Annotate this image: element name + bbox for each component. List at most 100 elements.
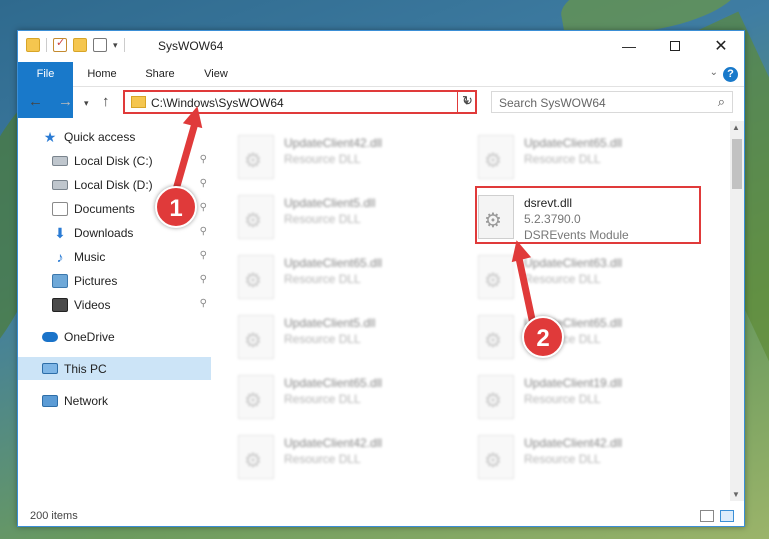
dll-file-icon — [238, 375, 274, 419]
music-icon: ♪ — [56, 248, 64, 265]
file-item[interactable]: UpdateClient65.dllResource DLL — [458, 309, 688, 365]
tab-home[interactable]: Home — [80, 62, 124, 87]
sidebar-item-this-pc[interactable]: This PC — [18, 357, 211, 380]
file-name: UpdateClient65.dll — [284, 256, 383, 270]
details-view-icon[interactable] — [700, 510, 714, 522]
file-name: UpdateClient5.dll — [284, 196, 376, 210]
dll-file-icon — [238, 315, 274, 359]
expand-ribbon-icon[interactable]: ⌄ — [710, 67, 718, 78]
pin-icon[interactable]: ⚲ — [200, 178, 207, 189]
file-name: UpdateClient42.dll — [284, 136, 383, 150]
video-icon — [52, 297, 68, 312]
file-description: Resource DLL — [524, 272, 601, 286]
file-item[interactable]: UpdateClient65.dllResource DLL — [218, 369, 448, 425]
star-icon: ★ — [43, 128, 57, 145]
sidebar-item-quick-access[interactable]: ★ Quick access — [18, 125, 211, 148]
sidebar-item-label: OneDrive — [64, 329, 115, 344]
file-name: UpdateClient65.dll — [524, 136, 623, 150]
item-count: 200 items — [30, 510, 78, 522]
sidebar-item-label: Local Disk (D:) — [74, 177, 153, 192]
file-item[interactable]: UpdateClient65.dll Resource DLL — [458, 129, 688, 185]
tab-share[interactable]: Share — [138, 62, 182, 87]
sidebar-item-label: Quick access — [64, 129, 136, 144]
sidebar-item-label: Music — [74, 249, 106, 264]
close-button[interactable]: ✕ — [698, 31, 744, 61]
navigation-bar: ← → ▾ ↑ C:\Windows\SysWOW64 ▾ ↻ Search S… — [18, 87, 744, 119]
sidebar-item-pictures[interactable]: Pictures ⚲ — [18, 269, 211, 292]
maximize-icon — [670, 41, 680, 51]
file-item[interactable]: UpdateClient63.dll Resource DLL — [458, 249, 688, 305]
dll-file-icon — [478, 135, 514, 179]
sidebar-item-label: Downloads — [74, 225, 134, 240]
file-name: UpdateClient19.dll — [524, 376, 623, 390]
file-item[interactable]: UpdateClient42.dll Resource DLL — [218, 129, 448, 185]
sidebar-item-music[interactable]: ♪ Music ⚲ — [18, 245, 211, 268]
scroll-up-icon[interactable]: ▲ — [732, 123, 740, 132]
file-description: Resource DLL — [284, 392, 361, 406]
title-bar: ▾ SysWOW64 — ✕ — [18, 31, 744, 62]
search-icon[interactable]: ⌕ — [718, 94, 725, 110]
folder-icon — [131, 96, 146, 108]
file-item[interactable]: UpdateClient65.dll Resource DLL — [218, 249, 448, 305]
file-item[interactable]: UpdateClient42.dll Resource DLL — [458, 429, 688, 485]
recent-locations-button[interactable]: ▾ — [84, 98, 89, 109]
large-icons-view-icon[interactable] — [720, 510, 734, 522]
customize-toolbar-icon[interactable] — [93, 38, 107, 52]
tab-view[interactable]: View — [194, 62, 238, 87]
sidebar-item-videos[interactable]: Videos ⚲ — [18, 293, 211, 316]
pin-icon[interactable]: ⚲ — [200, 250, 207, 261]
file-description: Resource DLL — [284, 212, 361, 226]
file-item[interactable]: UpdateClient5.dll Resource DLL — [218, 189, 448, 245]
step-1-badge: 1 — [155, 186, 197, 228]
maximize-button[interactable] — [652, 31, 698, 61]
network-icon — [42, 394, 58, 407]
window-title: SysWOW64 — [158, 39, 224, 53]
file-item[interactable]: UpdateClient42.dll Resource DLL — [218, 429, 448, 485]
pin-icon[interactable]: ⚲ — [200, 202, 207, 213]
sidebar-item-onedrive[interactable]: OneDrive — [18, 325, 211, 348]
sidebar-item-label: Pictures — [74, 273, 118, 288]
file-description: Resource DLL — [524, 152, 601, 166]
folder-icon[interactable] — [26, 38, 40, 52]
file-description: Resource DLL — [524, 392, 601, 406]
file-description: Resource DLL — [524, 452, 601, 466]
disk-icon — [52, 179, 68, 190]
sidebar-item-label: This PC — [64, 361, 107, 376]
forward-button[interactable]: → — [58, 93, 73, 110]
sidebar-item-network[interactable]: Network — [18, 389, 211, 412]
file-description: Resource DLL — [284, 272, 361, 286]
minimize-button[interactable]: — — [606, 31, 652, 61]
pictures-icon — [52, 273, 68, 288]
ribbon-tabs: File Home Share View ⌄ ? — [18, 62, 744, 118]
address-path[interactable]: C:\Windows\SysWOW64 — [151, 96, 284, 110]
toolbar-dropdown-icon[interactable]: ▾ — [113, 40, 118, 51]
file-item[interactable]: UpdateClient19.dll Resource DLL — [458, 369, 688, 425]
dll-file-icon — [478, 315, 514, 359]
up-button[interactable]: ↑ — [102, 93, 110, 110]
pin-icon[interactable]: ⚲ — [200, 298, 207, 309]
dll-file-icon — [238, 195, 274, 239]
download-icon: ⬇ — [54, 224, 66, 241]
pin-icon[interactable]: ⚲ — [200, 226, 207, 237]
explorer-window: ▾ SysWOW64 — ✕ File Home Share View ⌄ ? … — [17, 30, 745, 527]
new-folder-icon[interactable] — [73, 38, 87, 52]
file-item[interactable]: UpdateClient5.dll Resource DLL — [218, 309, 448, 365]
scroll-down-icon[interactable]: ▼ — [732, 490, 740, 499]
dll-file-icon — [238, 135, 274, 179]
cloud-icon — [42, 331, 58, 342]
refresh-button[interactable]: ↻ — [457, 90, 477, 114]
properties-check-icon[interactable] — [53, 36, 67, 52]
quick-access-toolbar: ▾ — [26, 36, 125, 52]
help-icon[interactable]: ? — [723, 67, 738, 82]
sidebar-item-label: Network — [64, 393, 109, 408]
address-bar[interactable]: C:\Windows\SysWOW64 ▾ ↻ — [123, 90, 477, 114]
vertical-scrollbar[interactable]: ▲ ▼ — [730, 121, 744, 501]
pin-icon[interactable]: ⚲ — [200, 274, 207, 285]
search-input[interactable]: Search SysWOW64 ⌕ — [491, 91, 733, 113]
pin-icon[interactable]: ⚲ — [200, 154, 207, 165]
back-button[interactable]: ← — [28, 93, 43, 110]
status-bar: 200 items — [18, 506, 744, 528]
computer-icon — [42, 363, 58, 374]
scroll-thumb[interactable] — [732, 139, 742, 189]
sidebar-item-label: Local Disk (C:) — [74, 153, 153, 168]
